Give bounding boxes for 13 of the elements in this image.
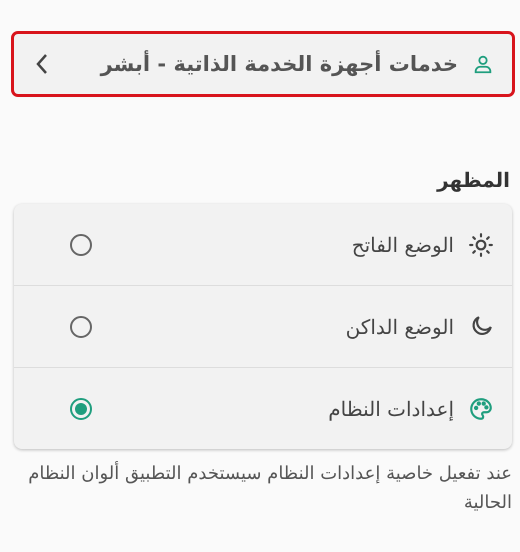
palette-icon (468, 396, 494, 422)
person-icon (472, 53, 494, 75)
theme-option[interactable]: الوضع الداكن (14, 285, 512, 367)
chevron-icon (34, 52, 50, 76)
theme-option[interactable]: إعدادات النظام (14, 367, 512, 449)
theme-option[interactable]: الوضع الفاتح (14, 204, 512, 285)
radio-button[interactable] (70, 234, 92, 256)
note-text: عند تفعيل خاصية إعدادات النظام سيستخدم التطبيق ألوان النظام الحالية (27, 460, 512, 515)
radio-button[interactable] (70, 398, 92, 420)
section-heading: المظهر (435, 168, 510, 192)
sun-icon (468, 232, 494, 258)
service-link[interactable]: خدمات أجهزة الخدمة الذاتية - أبشر (14, 34, 512, 94)
radio-button[interactable] (70, 316, 92, 338)
